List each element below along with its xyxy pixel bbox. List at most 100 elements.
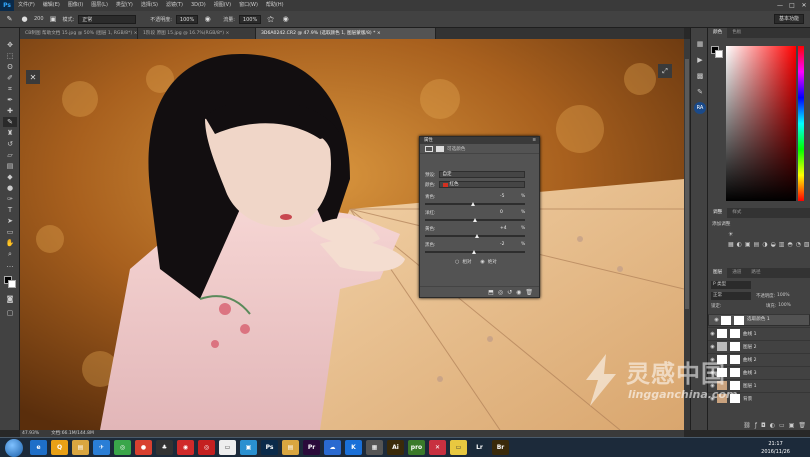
taskbar-kugou-icon[interactable]: K <box>345 440 362 455</box>
quick-select-tool-icon[interactable]: ✐ <box>3 73 17 83</box>
shape-tool-icon[interactable]: ▭ <box>3 227 17 237</box>
airbrush-icon[interactable]: ⚝ <box>265 14 276 25</box>
taskbar-bird-icon[interactable]: ✈ <box>93 440 110 455</box>
path-select-tool-icon[interactable]: ➤ <box>3 216 17 226</box>
tab-channels[interactable]: 通道 <box>727 268 746 278</box>
preset-select[interactable]: 自定 <box>438 171 525 178</box>
layer-row[interactable]: ◉ 曲线 2 <box>708 353 810 365</box>
slider-knob-2[interactable] <box>475 234 479 238</box>
zoom-level[interactable]: 47.93% <box>22 430 39 437</box>
layer-fill-value[interactable]: 100% <box>778 303 791 309</box>
taskbar-netease-icon[interactable]: ◎ <box>198 440 215 455</box>
slider-value-1[interactable]: 0 <box>500 210 503 215</box>
start-button[interactable] <box>5 438 23 457</box>
taskbar-pr-icon[interactable]: Pr <box>303 440 320 455</box>
close-button[interactable]: ✕ <box>798 0 810 11</box>
delete-icon[interactable]: 🗑 <box>525 289 533 296</box>
menu-item-5[interactable]: 选择(S) <box>137 0 162 11</box>
taskbar-360-icon[interactable]: ◎ <box>114 440 131 455</box>
taskbar-ai-icon[interactable]: Ai <box>387 440 404 455</box>
minimize-button[interactable]: — <box>774 0 786 11</box>
document-tab-0[interactable]: CB制图 帮助文档 15.jpg @ 50% (图层 1, RGB/8*) × <box>20 28 138 39</box>
layer-mask-thumbnail[interactable] <box>730 381 740 390</box>
absolute-radio[interactable]: ◉ <box>480 259 484 265</box>
layer-filter[interactable]: P 类型 <box>711 281 751 289</box>
mask-icon[interactable] <box>436 145 444 152</box>
move-tool-icon[interactable]: ✥ <box>3 40 17 50</box>
brush-tool-icon[interactable]: ✎ <box>4 14 15 25</box>
menu-item-4[interactable]: 类型(Y) <box>112 0 137 11</box>
workspace-switcher[interactable]: 基本功能 <box>773 14 804 24</box>
flow-field[interactable]: 100% <box>238 14 262 24</box>
eraser-tool-icon[interactable]: ▱ <box>3 150 17 160</box>
visibility-eye-icon[interactable]: ◉ <box>708 370 717 376</box>
hue-slider[interactable] <box>798 46 804 201</box>
panel-menu-icon[interactable]: ≡ <box>532 137 536 144</box>
menu-item-2[interactable]: 图像(I) <box>64 0 87 11</box>
new-group-icon[interactable]: ▭ <box>779 422 785 429</box>
background-color-swatch[interactable] <box>8 280 16 288</box>
tab-paths[interactable]: 路径 <box>746 268 765 278</box>
tab-color[interactable]: 颜色 <box>708 28 728 38</box>
taskbar-qq-icon[interactable]: Q <box>51 440 68 455</box>
taskbar-IE-icon[interactable]: e <box>30 440 47 455</box>
taskbar-chrome-icon[interactable]: ● <box>135 440 152 455</box>
stamp-tool-icon[interactable]: ♜ <box>3 128 17 138</box>
slider-value-0[interactable]: -5 <box>500 194 505 199</box>
color-field[interactable] <box>726 46 796 201</box>
pressure-size-icon[interactable]: ◉ <box>280 14 291 25</box>
view-previous-icon[interactable]: ◎ <box>498 289 503 296</box>
slider-value-2[interactable]: +4 <box>500 226 507 231</box>
maximize-button[interactable]: □ <box>786 0 798 11</box>
ra-plugin-icon[interactable]: RA <box>694 102 706 114</box>
screen-mode-icon[interactable]: ▢ <box>3 308 17 318</box>
actions-icon[interactable]: ▶ <box>694 54 706 66</box>
zoom-tool-icon[interactable]: ⌕ <box>3 249 17 259</box>
blur-tool-icon[interactable]: ◆ <box>3 172 17 182</box>
brushes-icon[interactable]: ✎ <box>694 86 706 98</box>
layer-mask-thumbnail[interactable] <box>730 342 740 351</box>
type-tool-icon[interactable]: T <box>3 205 17 215</box>
slider-knob-0[interactable] <box>470 202 475 206</box>
taskbar-xmind-icon[interactable]: ✕ <box>429 440 446 455</box>
layer-row[interactable]: ◉ 曲线 3 <box>708 366 810 378</box>
opacity-field[interactable]: 100% <box>175 14 199 24</box>
healing-tool-icon[interactable]: ✚ <box>3 106 17 116</box>
brush-panel-icon[interactable]: ▣ <box>48 14 59 25</box>
slider-value-3[interactable]: -2 <box>500 242 505 247</box>
pressure-opacity-icon[interactable]: ◉ <box>202 14 213 25</box>
document-tab-2[interactable]: 3D6A0242.CR2 @ 47.9% (选取颜色 1, 图层蒙版/8) * … <box>256 28 436 39</box>
taskbar-br-icon[interactable]: Br <box>492 440 509 455</box>
tab-adjustments[interactable]: 调整 <box>708 208 728 218</box>
hand-tool-icon[interactable]: ✋ <box>3 238 17 248</box>
menu-item-0[interactable]: 文件(F) <box>14 0 39 11</box>
trash-icon[interactable]: 🗑 <box>798 422 806 429</box>
layer-mask-thumbnail[interactable] <box>730 329 740 338</box>
menu-item-7[interactable]: 3D(D) <box>187 0 210 11</box>
menu-item-3[interactable]: 图层(L) <box>87 0 112 11</box>
slider-track-0[interactable] <box>425 203 525 205</box>
visibility-eye-icon[interactable]: ◉ <box>708 396 717 402</box>
layer-row[interactable]: ◉ 选取颜色 1 <box>708 314 810 326</box>
link-icon[interactable]: ⛓ <box>743 422 751 429</box>
menu-item-10[interactable]: 帮助(H) <box>262 0 288 11</box>
layer-mask-thumbnail[interactable] <box>730 355 740 364</box>
tab-styles[interactable]: 样式 <box>727 208 746 218</box>
swatches-icon[interactable]: ▩ <box>694 70 706 82</box>
relative-radio[interactable]: ○ <box>455 259 459 265</box>
menu-item-6[interactable]: 滤镜(T) <box>162 0 187 11</box>
layer-row[interactable]: ◉ 背景 <box>708 392 810 404</box>
layer-row[interactable]: ◉ 曲线 1 <box>708 327 810 339</box>
close-panel-icon[interactable]: ✕ <box>26 70 40 84</box>
mode-select[interactable]: 正常 <box>78 14 137 24</box>
lasso-tool-icon[interactable]: ʘ <box>3 62 17 72</box>
layer-opacity-value[interactable]: 100% <box>777 293 790 299</box>
colors-select[interactable]: 红色 <box>438 181 525 188</box>
reset-icon[interactable]: ↺ <box>507 289 512 296</box>
brush-tool-icon[interactable]: ✎ <box>3 117 17 127</box>
clock[interactable]: 21:17 2016/11/26 <box>761 440 790 456</box>
slider-knob-3[interactable] <box>472 250 476 254</box>
layer-mask-thumbnail[interactable] <box>730 368 740 377</box>
layer-row[interactable]: ◉ 图层 1 <box>708 379 810 391</box>
gradient-tool-icon[interactable]: ▤ <box>3 161 17 171</box>
